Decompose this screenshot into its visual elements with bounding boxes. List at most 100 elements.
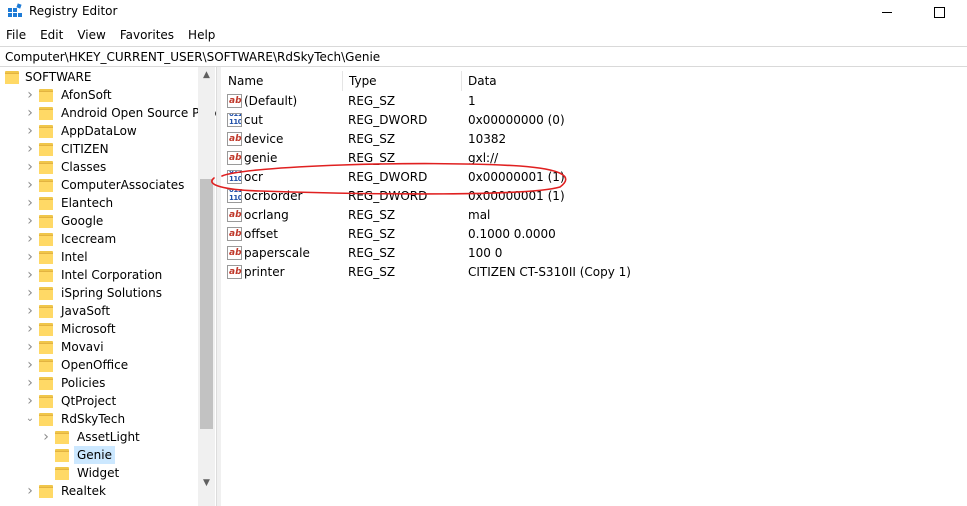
value-row[interactable]: ab paperscale REG_SZ 100 0: [222, 244, 967, 263]
tree-item-label: Google: [61, 214, 104, 228]
tree-item[interactable]: Widget: [0, 464, 198, 482]
tree-item-label: ComputerAssociates: [61, 178, 185, 192]
tree-item[interactable]: › Policies: [0, 374, 198, 392]
menu-file[interactable]: File: [0, 25, 33, 45]
chevron-right-icon[interactable]: ›: [25, 374, 35, 392]
value-row[interactable]: 011 110 ocr REG_DWORD 0x00000001 (1): [222, 168, 967, 187]
chevron-right-icon[interactable]: ›: [25, 158, 35, 176]
tree-item[interactable]: › Classes: [0, 158, 198, 176]
value-row[interactable]: ab ocrlang REG_SZ mal: [222, 206, 967, 225]
value-name: ocrborder: [244, 189, 303, 203]
tree-item[interactable]: › OpenOffice: [0, 356, 198, 374]
chevron-right-icon[interactable]: ›: [25, 392, 35, 410]
value-name: printer: [244, 265, 285, 279]
tree-item[interactable]: › iSpring Solutions: [0, 284, 198, 302]
folder-icon: [39, 214, 53, 228]
scroll-thumb[interactable]: [200, 179, 213, 429]
value-row[interactable]: 011 110 ocrborder REG_DWORD 0x00000001 (1): [222, 187, 967, 206]
tree-item[interactable]: › Intel: [0, 248, 198, 266]
menu-help[interactable]: Help: [181, 25, 222, 45]
chevron-right-icon[interactable]: ›: [25, 86, 35, 104]
address-bar[interactable]: Computer\HKEY_CURRENT_USER\SOFTWARE\RdSk…: [0, 46, 967, 67]
tree-item[interactable]: › Google: [0, 212, 198, 230]
pane-splitter[interactable]: [216, 67, 221, 506]
chevron-right-icon[interactable]: ›: [25, 302, 35, 320]
tree-item[interactable]: ⌄ RdSkyTech: [0, 410, 198, 428]
maximize-button[interactable]: [916, 0, 962, 24]
value-name: (Default): [244, 94, 298, 108]
scroll-down-arrow-icon[interactable]: ▼: [198, 475, 215, 492]
value-data: 100 0: [468, 246, 503, 260]
tree-item[interactable]: › Elantech: [0, 194, 198, 212]
chevron-down-icon[interactable]: ⌄: [25, 410, 35, 428]
tree-item-label: Microsoft: [61, 322, 116, 336]
menu-view[interactable]: View: [70, 25, 112, 45]
tree-item[interactable]: › Icecream: [0, 230, 198, 248]
chevron-right-icon[interactable]: ›: [25, 248, 35, 266]
chevron-right-icon[interactable]: ›: [25, 482, 35, 500]
value-type: REG_SZ: [348, 151, 396, 165]
tree-item[interactable]: Genie: [0, 446, 198, 464]
tree-item[interactable]: › AssetLight: [0, 428, 198, 446]
chevron-right-icon[interactable]: ›: [25, 320, 35, 338]
tree-item[interactable]: › AfonSoft: [0, 86, 198, 104]
folder-icon: [39, 232, 53, 246]
value-type: REG_DWORD: [348, 189, 428, 203]
value-type: REG_SZ: [348, 132, 396, 146]
tree-item[interactable]: › Realtek: [0, 482, 198, 500]
value-name: device: [244, 132, 284, 146]
chevron-right-icon[interactable]: ›: [25, 212, 35, 230]
tree-item[interactable]: › JavaSoft: [0, 302, 198, 320]
tree-item[interactable]: › CITIZEN: [0, 140, 198, 158]
chevron-right-icon[interactable]: ›: [25, 194, 35, 212]
tree-item-label: QtProject: [61, 394, 117, 408]
value-row[interactable]: ab genie REG_SZ gxl://: [222, 149, 967, 168]
column-header-data[interactable]: Data: [462, 71, 622, 91]
value-row[interactable]: ab offset REG_SZ 0.1000 0.0000: [222, 225, 967, 244]
tree-item[interactable]: SOFTWARE: [0, 68, 198, 86]
values-list[interactable]: Name Type Data ab (Default) REG_SZ 1 011 110 c…: [222, 67, 967, 506]
column-header-type[interactable]: Type: [343, 71, 462, 91]
value-type: REG_SZ: [348, 227, 396, 241]
chevron-right-icon[interactable]: ›: [25, 122, 35, 140]
dword-value-icon: 011 110: [227, 113, 242, 127]
string-value-icon: ab: [227, 246, 242, 260]
folder-icon: [39, 106, 53, 120]
minimize-button[interactable]: [864, 0, 910, 24]
tree-item[interactable]: › Microsoft: [0, 320, 198, 338]
value-name: genie: [244, 151, 278, 165]
folder-icon: [39, 286, 53, 300]
tree-item[interactable]: › Movavi: [0, 338, 198, 356]
chevron-right-icon[interactable]: ›: [25, 338, 35, 356]
tree-item[interactable]: › Intel Corporation: [0, 266, 198, 284]
tree-item[interactable]: › AppDataLow: [0, 122, 198, 140]
chevron-right-icon[interactable]: ›: [25, 140, 35, 158]
menu-edit[interactable]: Edit: [33, 25, 70, 45]
tree-item-label: AfonSoft: [61, 88, 112, 102]
string-value-icon: ab: [227, 94, 242, 108]
value-row[interactable]: 011 110 cut REG_DWORD 0x00000000 (0): [222, 111, 967, 130]
value-row[interactable]: ab printer REG_SZ CITIZEN CT-S310II (Copy 1…: [222, 263, 967, 282]
tree-item[interactable]: › QtProject: [0, 392, 198, 410]
folder-icon: [39, 412, 53, 426]
chevron-right-icon[interactable]: ›: [41, 428, 51, 446]
tree-scrollbar[interactable]: ▲ ▼: [198, 67, 215, 492]
folder-icon: [39, 142, 53, 156]
chevron-right-icon[interactable]: ›: [25, 230, 35, 248]
tree-item[interactable]: › ComputerAssociates: [0, 176, 198, 194]
column-header-name[interactable]: Name: [222, 71, 343, 91]
key-tree[interactable]: SOFTWARE › AfonSoft › Android Open Source Pr…: [0, 67, 216, 506]
chevron-right-icon[interactable]: ›: [25, 266, 35, 284]
maximize-icon: [933, 6, 945, 18]
tree-item[interactable]: › Android Open Source Project: [0, 104, 216, 122]
value-data: mal: [468, 208, 491, 222]
chevron-right-icon[interactable]: ›: [25, 104, 35, 122]
chevron-right-icon[interactable]: ›: [25, 284, 35, 302]
value-row[interactable]: ab (Default) REG_SZ 1: [222, 92, 967, 111]
menu-favorites[interactable]: Favorites: [113, 25, 181, 45]
chevron-right-icon[interactable]: ›: [25, 176, 35, 194]
scroll-up-arrow-icon[interactable]: ▲: [198, 67, 215, 84]
chevron-right-icon[interactable]: ›: [25, 356, 35, 374]
address-path[interactable]: Computer\HKEY_CURRENT_USER\SOFTWARE\RdSk…: [5, 50, 380, 64]
value-row[interactable]: ab device REG_SZ 10382: [222, 130, 967, 149]
